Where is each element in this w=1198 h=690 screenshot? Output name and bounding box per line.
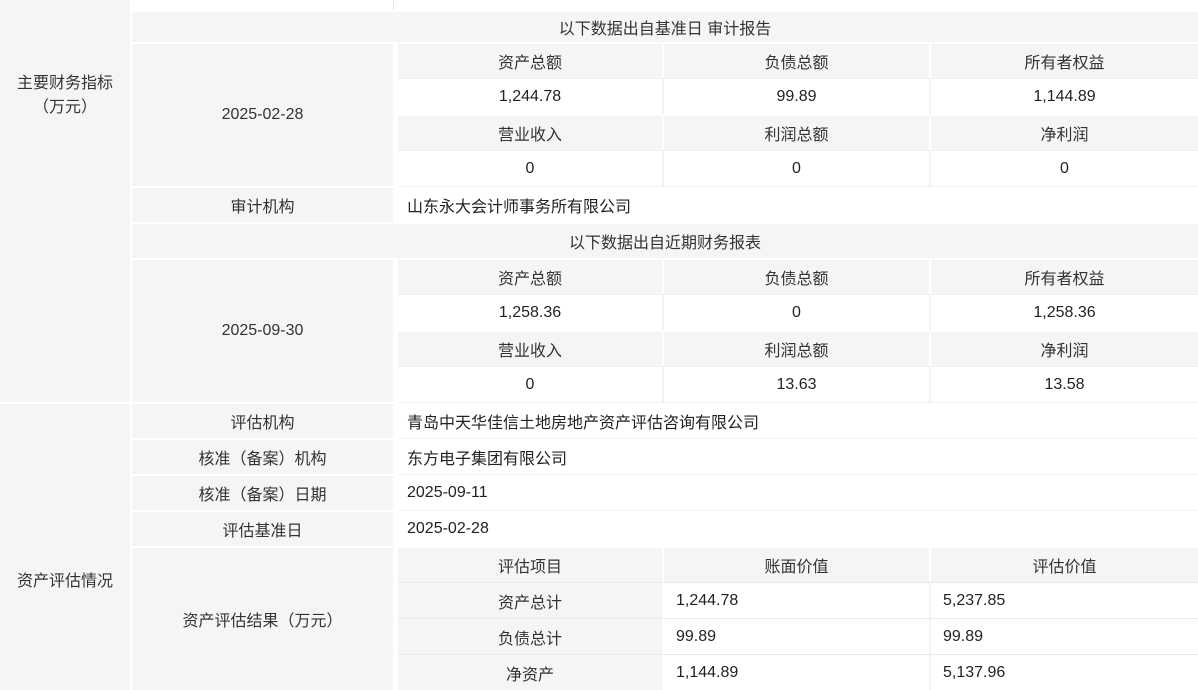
result-assessed-value: 5,137.96	[931, 654, 1198, 690]
value-total-liabilities: 99.89	[664, 78, 931, 114]
value-total-profit: 0	[664, 150, 931, 186]
approval-date-value: 2025-09-11	[398, 474, 1198, 510]
header-total-assets: 资产总额	[398, 258, 664, 294]
value-total-profit: 13.63	[664, 366, 931, 402]
result-book-value: 1,244.78	[664, 582, 931, 618]
result-item-total-liabilities: 负债总计	[398, 618, 664, 654]
result-assessed-value: 5,237.85	[931, 582, 1198, 618]
evaluation-agency-value: 青岛中天华佳信土地房地产资产评估咨询有限公司	[398, 402, 1198, 438]
section-label-text: 资产评估情况	[17, 570, 113, 594]
partial-row-label-cell	[132, 0, 398, 10]
header-operating-revenue: 营业收入	[398, 330, 664, 366]
recent-period-date-cell: 2025-09-30	[132, 258, 398, 402]
result-book-value: 99.89	[664, 618, 931, 654]
banner-base-date-audit: 以下数据出自基准日 审计报告	[132, 10, 1198, 42]
value-operating-revenue: 0	[398, 150, 664, 186]
header-total-profit: 利润总额	[664, 330, 931, 366]
value-owners-equity: 1,258.36	[931, 294, 1198, 330]
result-assessed-value: 99.89	[931, 618, 1198, 654]
result-book-value: 1,144.89	[664, 654, 931, 690]
value-total-assets: 1,244.78	[398, 78, 664, 114]
header-total-liabilities: 负债总额	[664, 42, 931, 78]
banner-recent-statements: 以下数据出自近期财务报表	[132, 222, 1198, 258]
audit-agency-label: 审计机构	[132, 186, 398, 222]
header-net-profit: 净利润	[931, 114, 1198, 150]
result-header-item: 评估项目	[398, 546, 664, 582]
result-header-assessed-value: 评估价值	[931, 546, 1198, 582]
header-total-assets: 资产总额	[398, 42, 664, 78]
approval-date-label: 核准（备案）日期	[132, 474, 398, 510]
evaluation-result-label: 资产评估结果（万元）	[132, 546, 398, 690]
partial-row-divider	[393, 0, 394, 10]
evaluation-base-date-value: 2025-02-28	[398, 510, 1198, 546]
result-item-total-assets: 资产总计	[398, 582, 664, 618]
value-operating-revenue: 0	[398, 366, 664, 402]
financial-detail-table: 主要财务指标 （万元） 资产评估情况 以下数据出自基准日 审计报告 2025-0…	[0, 0, 1198, 690]
value-net-profit: 13.58	[931, 366, 1198, 402]
header-net-profit: 净利润	[931, 330, 1198, 366]
value-total-assets: 1,258.36	[398, 294, 664, 330]
section-label-financial-indicators: 主要财务指标 （万元）	[0, 0, 132, 402]
header-owners-equity: 所有者权益	[931, 42, 1198, 78]
audit-agency-value: 山东永大会计师事务所有限公司	[398, 186, 1198, 222]
evaluation-agency-label: 评估机构	[132, 402, 398, 438]
base-period-date-cell: 2025-02-28	[132, 42, 398, 186]
partial-row-value-cell	[398, 0, 1198, 10]
header-total-profit: 利润总额	[664, 114, 931, 150]
section-label-line1: 主要财务指标	[17, 72, 113, 96]
section-label-line2: （万元）	[33, 96, 97, 120]
header-operating-revenue: 营业收入	[398, 114, 664, 150]
result-item-net-assets: 净资产	[398, 654, 664, 690]
header-owners-equity: 所有者权益	[931, 258, 1198, 294]
section-label-asset-evaluation: 资产评估情况	[0, 402, 132, 690]
value-total-liabilities: 0	[664, 294, 931, 330]
header-total-liabilities: 负债总额	[664, 258, 931, 294]
approval-agency-label: 核准（备案）机构	[132, 438, 398, 474]
value-owners-equity: 1,144.89	[931, 78, 1198, 114]
approval-agency-value: 东方电子集团有限公司	[398, 438, 1198, 474]
result-header-book-value: 账面价值	[664, 546, 931, 582]
evaluation-base-date-label: 评估基准日	[132, 510, 398, 546]
value-net-profit: 0	[931, 150, 1198, 186]
